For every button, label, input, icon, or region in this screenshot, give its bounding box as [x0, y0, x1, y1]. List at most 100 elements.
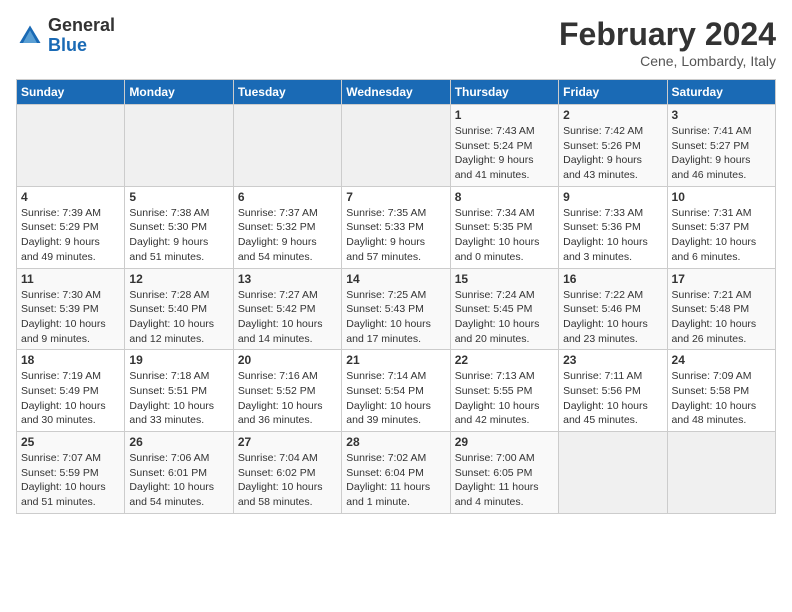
day-number: 25 — [21, 435, 120, 449]
page-header: General Blue February 2024 Cene, Lombard… — [16, 16, 776, 69]
day-info: Sunrise: 7:18 AMSunset: 5:51 PMDaylight:… — [129, 369, 228, 428]
calendar-week-row: 25 Sunrise: 7:07 AMSunset: 5:59 PMDayligh… — [17, 432, 776, 514]
day-number: 16 — [563, 272, 662, 286]
day-info: Sunrise: 7:43 AMSunset: 5:24 PMDaylight:… — [455, 124, 554, 183]
calendar-cell: 20 Sunrise: 7:16 AMSunset: 5:52 PMDayligh… — [233, 350, 341, 432]
calendar-cell: 7Sunrise: 7:35 AMSunset: 5:33 PMDaylight… — [342, 186, 450, 268]
calendar-week-row: 4 Sunrise: 7:39 AMSunset: 5:29 PMDaylight… — [17, 186, 776, 268]
calendar-cell: 23 Sunrise: 7:11 AMSunset: 5:56 PMDayligh… — [559, 350, 667, 432]
calendar-week-row: 11 Sunrise: 7:30 AMSunset: 5:39 PMDayligh… — [17, 268, 776, 350]
day-number: 22 — [455, 353, 554, 367]
day-number: 6 — [238, 190, 337, 204]
calendar-cell — [342, 105, 450, 187]
calendar-header-friday: Friday — [559, 80, 667, 105]
calendar-header-saturday: Saturday — [667, 80, 775, 105]
calendar-cell: 24 Sunrise: 7:09 AMSunset: 5:58 PMDayligh… — [667, 350, 775, 432]
day-info: Sunrise: 7:39 AMSunset: 5:29 PMDaylight:… — [21, 206, 120, 265]
day-info: Sunrise: 7:24 AMSunset: 5:45 PMDaylight:… — [455, 288, 554, 347]
calendar-week-row: 18 Sunrise: 7:19 AMSunset: 5:49 PMDayligh… — [17, 350, 776, 432]
day-info: Sunrise: 7:30 AMSunset: 5:39 PMDaylight:… — [21, 288, 120, 347]
calendar-cell: 1 Sunrise: 7:43 AMSunset: 5:24 PMDaylight… — [450, 105, 558, 187]
day-number: 29 — [455, 435, 554, 449]
day-number: 4 — [21, 190, 120, 204]
calendar-cell: 4 Sunrise: 7:39 AMSunset: 5:29 PMDaylight… — [17, 186, 125, 268]
calendar-cell: 18 Sunrise: 7:19 AMSunset: 5:49 PMDayligh… — [17, 350, 125, 432]
logo-icon — [16, 22, 44, 50]
day-number: 26 — [129, 435, 228, 449]
day-number: 10 — [672, 190, 771, 204]
logo-blue: Blue — [48, 35, 87, 55]
day-number: 18 — [21, 353, 120, 367]
calendar-cell: 16 Sunrise: 7:22 AMSunset: 5:46 PMDayligh… — [559, 268, 667, 350]
calendar-cell: 17 Sunrise: 7:21 AMSunset: 5:48 PMDayligh… — [667, 268, 775, 350]
calendar-cell — [17, 105, 125, 187]
logo-text: General Blue — [48, 16, 115, 56]
day-info: Sunrise: 7:02 AMSunset: 6:04 PMDaylight:… — [346, 451, 445, 510]
calendar-cell: 28Sunrise: 7:02 AMSunset: 6:04 PMDayligh… — [342, 432, 450, 514]
day-number: 27 — [238, 435, 337, 449]
day-info: Sunrise: 7:19 AMSunset: 5:49 PMDaylight:… — [21, 369, 120, 428]
calendar-cell: 8 Sunrise: 7:34 AMSunset: 5:35 PMDaylight… — [450, 186, 558, 268]
calendar-cell: 26 Sunrise: 7:06 AMSunset: 6:01 PMDayligh… — [125, 432, 233, 514]
calendar-header-wednesday: Wednesday — [342, 80, 450, 105]
day-info: Sunrise: 7:11 AMSunset: 5:56 PMDaylight:… — [563, 369, 662, 428]
calendar-week-row: 1 Sunrise: 7:43 AMSunset: 5:24 PMDaylight… — [17, 105, 776, 187]
day-info: Sunrise: 7:31 AMSunset: 5:37 PMDaylight:… — [672, 206, 771, 265]
calendar-cell: 9Sunrise: 7:33 AMSunset: 5:36 PMDaylight… — [559, 186, 667, 268]
calendar-cell: 22 Sunrise: 7:13 AMSunset: 5:55 PMDayligh… — [450, 350, 558, 432]
day-info: Sunrise: 7:04 AMSunset: 6:02 PMDaylight:… — [238, 451, 337, 510]
day-info: Sunrise: 7:42 AMSunset: 5:26 PMDaylight:… — [563, 124, 662, 183]
calendar-cell — [667, 432, 775, 514]
calendar-cell: 5 Sunrise: 7:38 AMSunset: 5:30 PMDaylight… — [125, 186, 233, 268]
calendar-cell: 29 Sunrise: 7:00 AMSunset: 6:05 PMDayligh… — [450, 432, 558, 514]
calendar-cell — [125, 105, 233, 187]
day-number: 21 — [346, 353, 445, 367]
day-info: Sunrise: 7:21 AMSunset: 5:48 PMDaylight:… — [672, 288, 771, 347]
calendar-cell: 25 Sunrise: 7:07 AMSunset: 5:59 PMDayligh… — [17, 432, 125, 514]
calendar-header-monday: Monday — [125, 80, 233, 105]
day-number: 5 — [129, 190, 228, 204]
day-info: Sunrise: 7:22 AMSunset: 5:46 PMDaylight:… — [563, 288, 662, 347]
day-info: Sunrise: 7:25 AMSunset: 5:43 PMDaylight:… — [346, 288, 445, 347]
day-info: Sunrise: 7:38 AMSunset: 5:30 PMDaylight:… — [129, 206, 228, 265]
day-info: Sunrise: 7:14 AMSunset: 5:54 PMDaylight:… — [346, 369, 445, 428]
day-number: 11 — [21, 272, 120, 286]
calendar-header-tuesday: Tuesday — [233, 80, 341, 105]
day-info: Sunrise: 7:00 AMSunset: 6:05 PMDaylight:… — [455, 451, 554, 510]
day-number: 1 — [455, 108, 554, 122]
title-block: February 2024 Cene, Lombardy, Italy — [559, 16, 776, 69]
calendar-cell: 27 Sunrise: 7:04 AMSunset: 6:02 PMDayligh… — [233, 432, 341, 514]
day-info: Sunrise: 7:09 AMSunset: 5:58 PMDaylight:… — [672, 369, 771, 428]
calendar-cell: 19Sunrise: 7:18 AMSunset: 5:51 PMDayligh… — [125, 350, 233, 432]
location-subtitle: Cene, Lombardy, Italy — [559, 53, 776, 69]
calendar-header-sunday: Sunday — [17, 80, 125, 105]
day-number: 17 — [672, 272, 771, 286]
day-number: 12 — [129, 272, 228, 286]
day-info: Sunrise: 7:34 AMSunset: 5:35 PMDaylight:… — [455, 206, 554, 265]
calendar-cell: 3Sunrise: 7:41 AMSunset: 5:27 PMDaylight… — [667, 105, 775, 187]
calendar-header-thursday: Thursday — [450, 80, 558, 105]
day-number: 14 — [346, 272, 445, 286]
day-number: 23 — [563, 353, 662, 367]
calendar-cell: 15 Sunrise: 7:24 AMSunset: 5:45 PMDayligh… — [450, 268, 558, 350]
calendar-cell: 13Sunrise: 7:27 AMSunset: 5:42 PMDayligh… — [233, 268, 341, 350]
day-info: Sunrise: 7:41 AMSunset: 5:27 PMDaylight:… — [672, 124, 771, 183]
day-number: 15 — [455, 272, 554, 286]
day-info: Sunrise: 7:37 AMSunset: 5:32 PMDaylight:… — [238, 206, 337, 265]
calendar-cell: 11 Sunrise: 7:30 AMSunset: 5:39 PMDayligh… — [17, 268, 125, 350]
day-info: Sunrise: 7:16 AMSunset: 5:52 PMDaylight:… — [238, 369, 337, 428]
calendar-cell — [233, 105, 341, 187]
calendar-cell: 2 Sunrise: 7:42 AMSunset: 5:26 PMDaylight… — [559, 105, 667, 187]
day-info: Sunrise: 7:07 AMSunset: 5:59 PMDaylight:… — [21, 451, 120, 510]
day-info: Sunrise: 7:06 AMSunset: 6:01 PMDaylight:… — [129, 451, 228, 510]
day-info: Sunrise: 7:13 AMSunset: 5:55 PMDaylight:… — [455, 369, 554, 428]
day-number: 2 — [563, 108, 662, 122]
day-number: 13 — [238, 272, 337, 286]
day-number: 8 — [455, 190, 554, 204]
calendar-table: SundayMondayTuesdayWednesdayThursdayFrid… — [16, 79, 776, 514]
day-number: 20 — [238, 353, 337, 367]
calendar-cell: 10 Sunrise: 7:31 AMSunset: 5:37 PMDayligh… — [667, 186, 775, 268]
day-info: Sunrise: 7:33 AMSunset: 5:36 PMDaylight:… — [563, 206, 662, 265]
calendar-cell: 14 Sunrise: 7:25 AMSunset: 5:43 PMDayligh… — [342, 268, 450, 350]
day-number: 24 — [672, 353, 771, 367]
